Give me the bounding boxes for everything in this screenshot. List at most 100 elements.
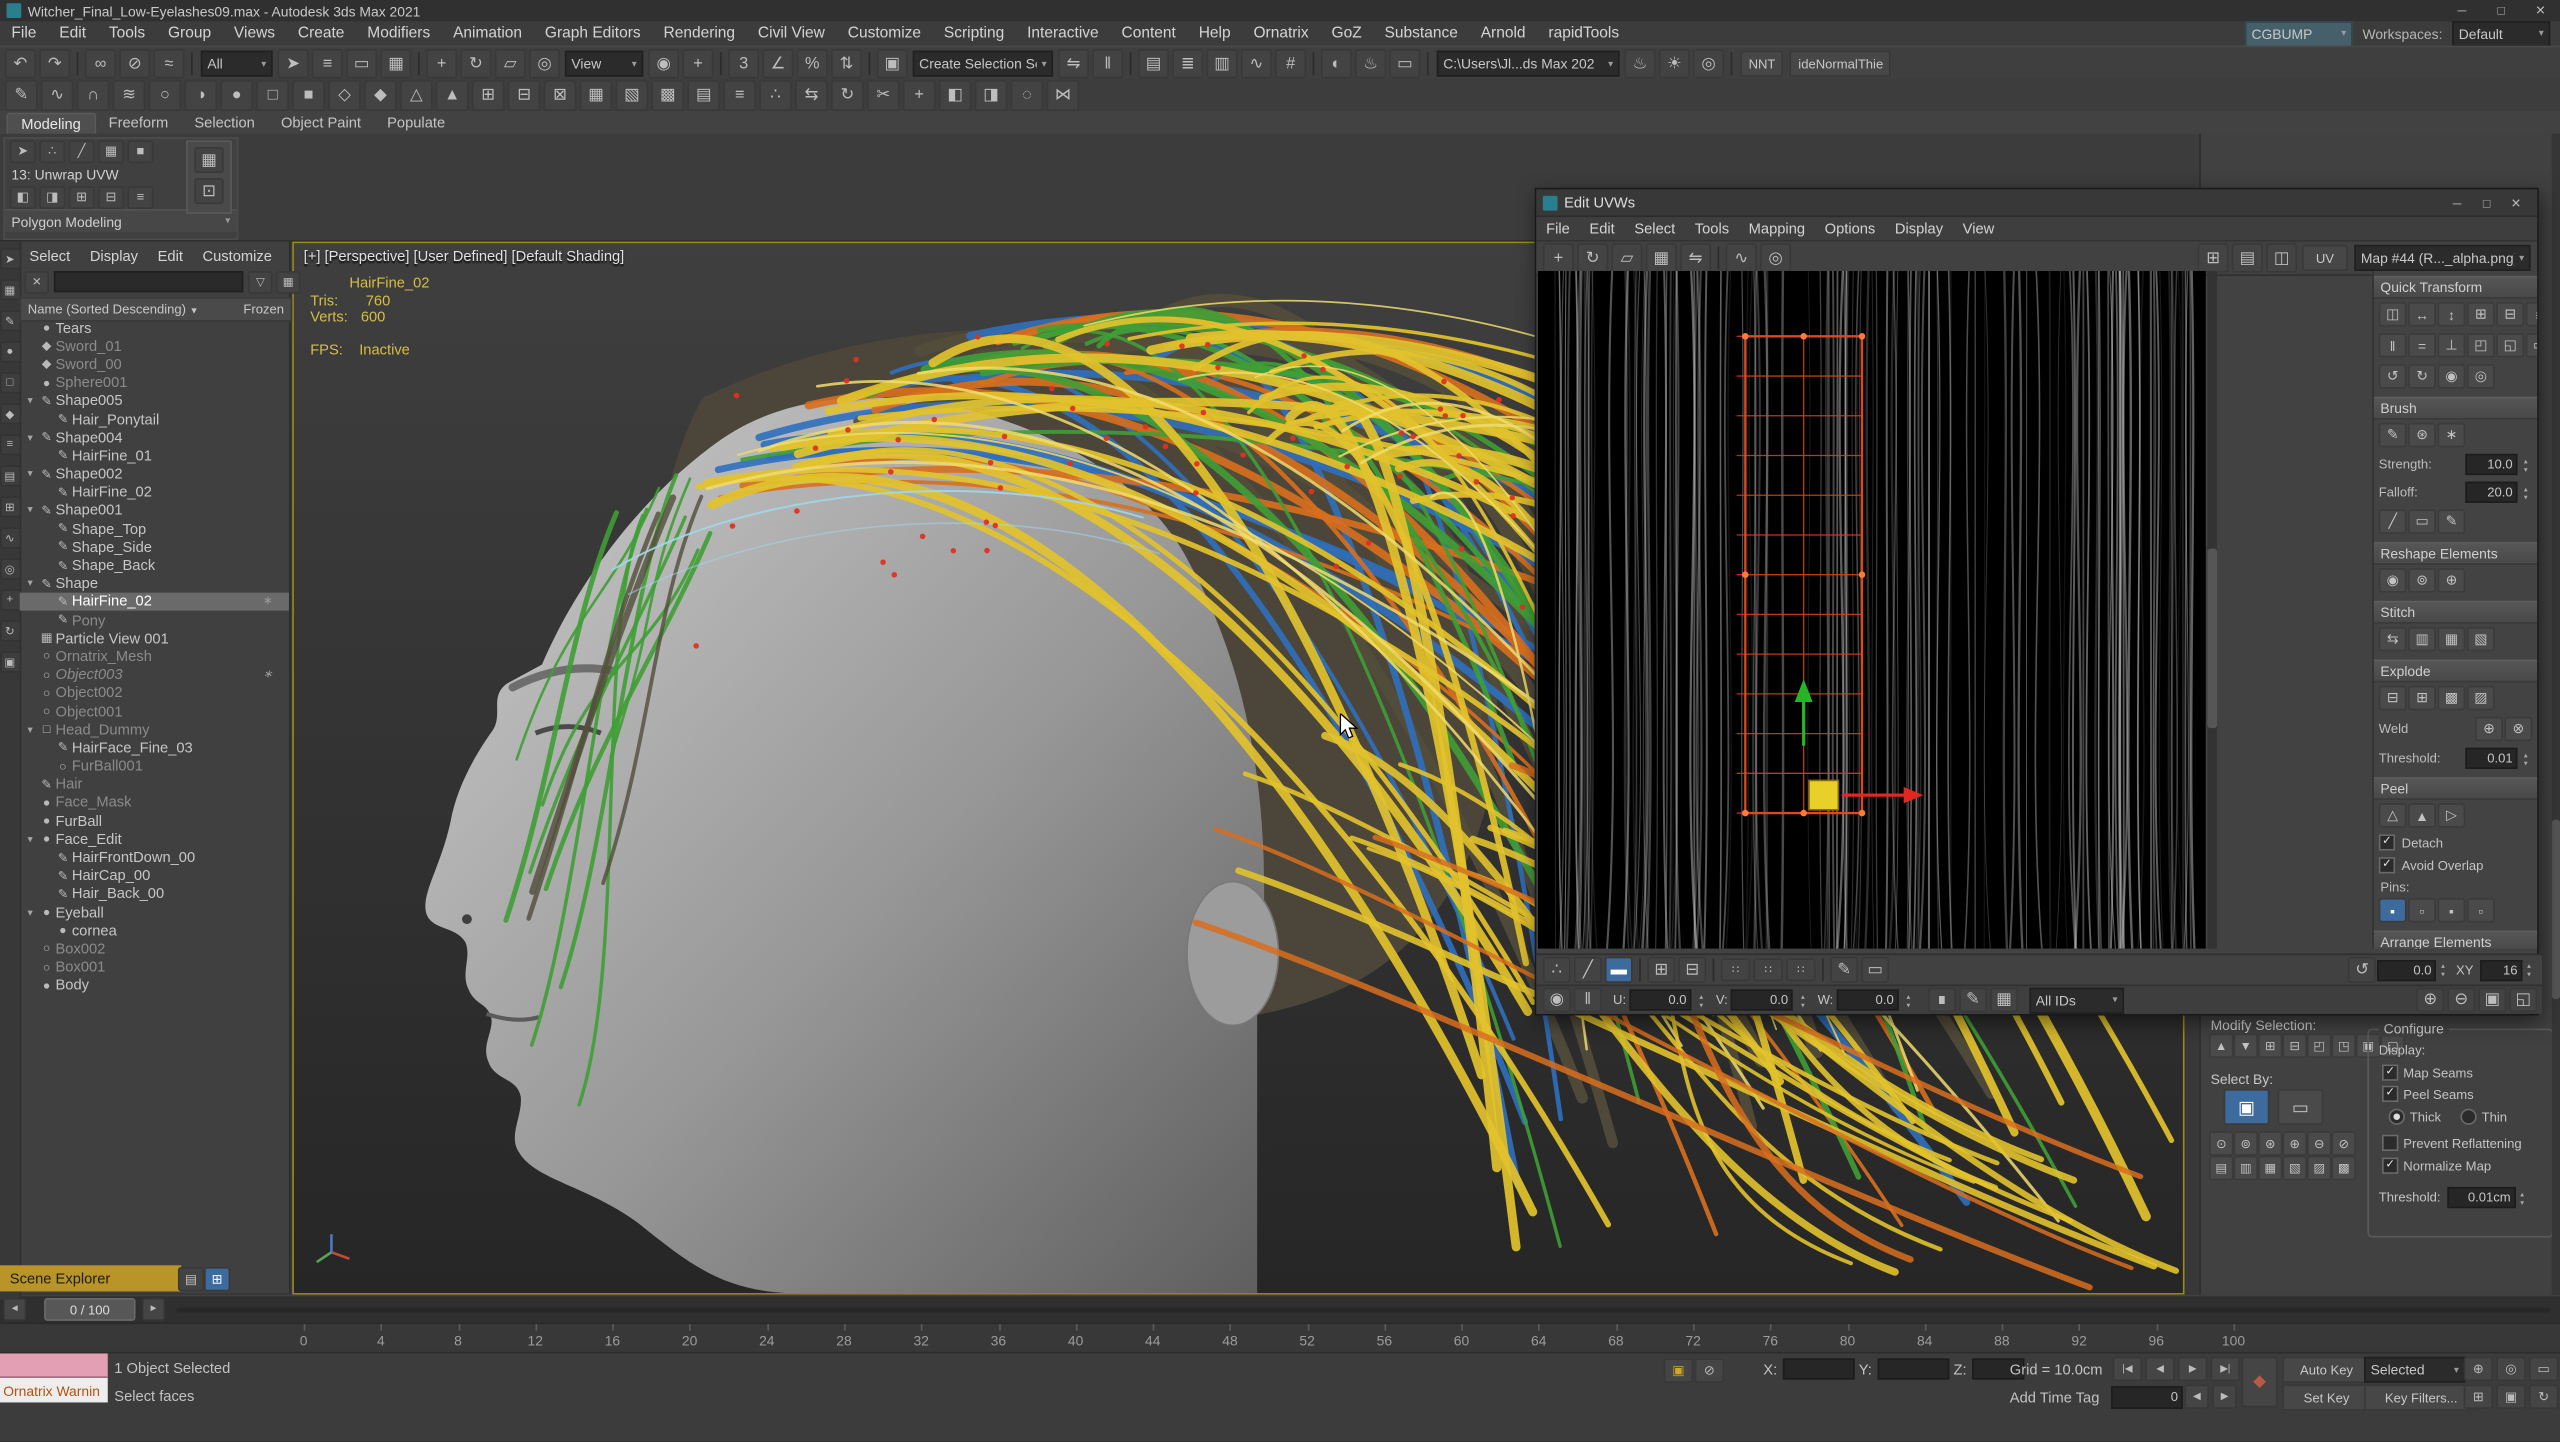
panel-tool-icon[interactable]: ⊟ (2496, 302, 2524, 326)
panel-tool-icon[interactable]: ▦ (2438, 627, 2466, 651)
timeline-label[interactable]: 84 (1908, 1332, 1941, 1348)
uv-menu-view[interactable]: View (1953, 220, 2004, 236)
selection-filter-dropdown[interactable]: All▾ (201, 51, 273, 77)
pm-ring-icon[interactable]: ◨ (39, 185, 65, 208)
uv-rotate-spinner[interactable]: ▴▾ (2436, 960, 2449, 980)
snaps-toggle-icon[interactable]: 3 (728, 49, 759, 78)
panel-tool-icon[interactable]: ◱ (2496, 333, 2524, 357)
select-by-icon[interactable]: ▦ (2258, 1156, 2282, 1180)
ribbon-tab-selection[interactable]: Selection (181, 113, 268, 133)
lock-icon[interactable]: ∎ (1928, 988, 1956, 1012)
panel-tool-icon[interactable]: △ (2379, 803, 2407, 827)
timeline-label[interactable]: 64 (1522, 1332, 1555, 1348)
track-bar[interactable]: 0481216202428323640444852566064687276808… (0, 1322, 2560, 1353)
timeline-label[interactable]: 16 (596, 1332, 629, 1348)
menu-rendering[interactable]: Rendering (652, 24, 746, 42)
explorer-tool-icon[interactable]: ▤ (0, 465, 20, 486)
workspace-dropdown[interactable]: Default ▾ (2452, 20, 2550, 46)
modeling-tool-icon[interactable]: ⊞ (472, 79, 505, 110)
spinner[interactable]: ▴▾ (2519, 455, 2532, 475)
uv-space-button[interactable]: UV (2302, 245, 2348, 271)
menu-animation[interactable]: Animation (442, 24, 534, 42)
scene-object-row[interactable]: ✎HairFine_02∗ (20, 592, 289, 610)
set-keys-big-button[interactable]: ◆ (2242, 1357, 2278, 1408)
modeling-tool-icon[interactable]: ◇ (328, 79, 361, 110)
select-by-icon[interactable]: ⊙ (2209, 1131, 2233, 1155)
panel-tool-icon[interactable]: ⊗ (2504, 717, 2532, 741)
section-header-arrange-elements[interactable]: Arrange Elements (2374, 931, 2537, 949)
menu-arnold[interactable]: Arnold (1469, 24, 1537, 42)
uv-select-element-icon[interactable]: ∷ (1786, 958, 1815, 981)
explorer-tool-icon[interactable]: ▦ (0, 279, 20, 300)
pm-face-icon[interactable]: ▦ (98, 140, 124, 163)
scene-object-row[interactable]: ▾✎Shape (20, 574, 289, 592)
menu-goz[interactable]: GoZ (1320, 24, 1373, 42)
percent-snap-icon[interactable]: % (797, 49, 828, 78)
scene-object-row[interactable]: ●Sphere001 (20, 373, 289, 391)
schematic-view-icon[interactable]: # (1275, 49, 1306, 78)
angle-snap-icon[interactable]: ∠ (762, 49, 793, 78)
auto-key-button[interactable]: Auto Key (2282, 1357, 2370, 1383)
scene-object-row[interactable]: ▾✎Shape001 (20, 501, 289, 519)
modify-selection-icon[interactable]: ◳ (2331, 1033, 2355, 1057)
menu-graph-editors[interactable]: Graph Editors (533, 24, 652, 42)
panel-tool-icon[interactable]: ≡ (2526, 302, 2537, 326)
menu-rapidtools[interactable]: rapidTools (1537, 24, 1631, 42)
scene-object-row[interactable]: ▾●Face_Edit (20, 830, 289, 848)
panel-tool-icon[interactable]: ▪ (2438, 898, 2466, 922)
panel-tool-icon[interactable]: ↻ (2408, 364, 2436, 388)
select-object-icon[interactable]: ➤ (278, 49, 309, 78)
uv-menu-mapping[interactable]: Mapping (1739, 220, 1815, 236)
section-header-quick-transform[interactable]: Quick Transform (2374, 276, 2537, 299)
menu-file[interactable]: File (0, 24, 48, 42)
uv-rotate-90-icon[interactable]: ↺ (2348, 957, 2376, 983)
modeling-tool-icon[interactable]: + (903, 79, 936, 110)
select-and-scale-icon[interactable]: ▱ (495, 49, 526, 78)
panel-tool-icon[interactable]: ✎ (2438, 509, 2466, 533)
uv-menu-select[interactable]: Select (1625, 220, 1685, 236)
panel-tool-icon[interactable]: ⊟ (2379, 686, 2407, 710)
scene-object-row[interactable]: ○Box002 (20, 939, 289, 957)
modeling-tool-icon[interactable]: ◑ (184, 79, 217, 110)
panel-tool-icon[interactable]: ◎ (2467, 364, 2495, 388)
pm-vertex-icon[interactable]: ∴ (39, 140, 65, 163)
panel-tool-icon[interactable]: ◉ (2379, 568, 2407, 592)
expand-caret-icon[interactable]: ▾ (23, 905, 38, 918)
se-menu-customize[interactable]: Customize (193, 248, 282, 264)
panel-tool-icon[interactable]: ⇆ (2379, 627, 2407, 651)
select-by-icon[interactable]: ▧ (2282, 1156, 2306, 1180)
window-crossing-icon[interactable]: ▦ (380, 49, 411, 78)
modeling-tool-icon[interactable]: ⋈ (1047, 79, 1080, 110)
render-setup-icon[interactable]: ♨ (1355, 49, 1386, 78)
peel-seams-checkbox[interactable]: ✓ (2382, 1086, 2398, 1102)
scene-object-row[interactable]: ✎Hair (20, 775, 289, 793)
panel-tool-icon[interactable]: ▭ (2526, 333, 2537, 357)
uv-minimize-button[interactable]: ─ (2442, 193, 2471, 213)
cgbump-dropdown[interactable]: CGBUMP ▾ (2245, 20, 2353, 46)
uv-menu-edit[interactable]: Edit (1580, 220, 1625, 236)
zoom-all-icon[interactable]: ◎ (2496, 1357, 2525, 1381)
uv-menu-tools[interactable]: Tools (1685, 220, 1739, 236)
uv-menu-display[interactable]: Display (1885, 220, 1953, 236)
spinner-snap-icon[interactable]: ⇅ (831, 49, 862, 78)
threshold-spinner[interactable]: ▴▾ (2516, 1188, 2529, 1208)
timeline-label[interactable]: 24 (750, 1332, 783, 1348)
modeling-tool-icon[interactable]: ▦ (580, 79, 613, 110)
checkbox-avoid-overlap[interactable]: ✓ (2379, 857, 2395, 873)
timeline-label[interactable]: 72 (1677, 1332, 1710, 1348)
timeline-label[interactable]: 56 (1368, 1332, 1401, 1348)
modeling-tool-icon[interactable]: ↻ (831, 79, 864, 110)
expand-caret-icon[interactable]: ▾ (23, 577, 38, 590)
field-strength-[interactable]: 10.0 (2465, 454, 2517, 475)
panel-tool-icon[interactable]: ▪ (2379, 898, 2407, 922)
curve-editor-icon[interactable]: ∿ (1241, 49, 1272, 78)
scene-object-row[interactable]: ✎Shape_Back (20, 556, 289, 574)
use-pivot-center-icon[interactable]: ◉ (648, 49, 679, 78)
named-selection-set-combo[interactable]: Create Selection Sel▾ (913, 51, 1053, 77)
select-and-place-icon[interactable]: ◎ (529, 49, 560, 78)
uv-freeform-icon[interactable]: ▦ (1646, 243, 1677, 272)
x-field[interactable] (1782, 1358, 1854, 1379)
explorer-tool-icon[interactable]: ↻ (0, 620, 20, 641)
expand-caret-icon[interactable]: ▾ (23, 723, 38, 736)
uv-menu-options[interactable]: Options (1815, 220, 1885, 236)
